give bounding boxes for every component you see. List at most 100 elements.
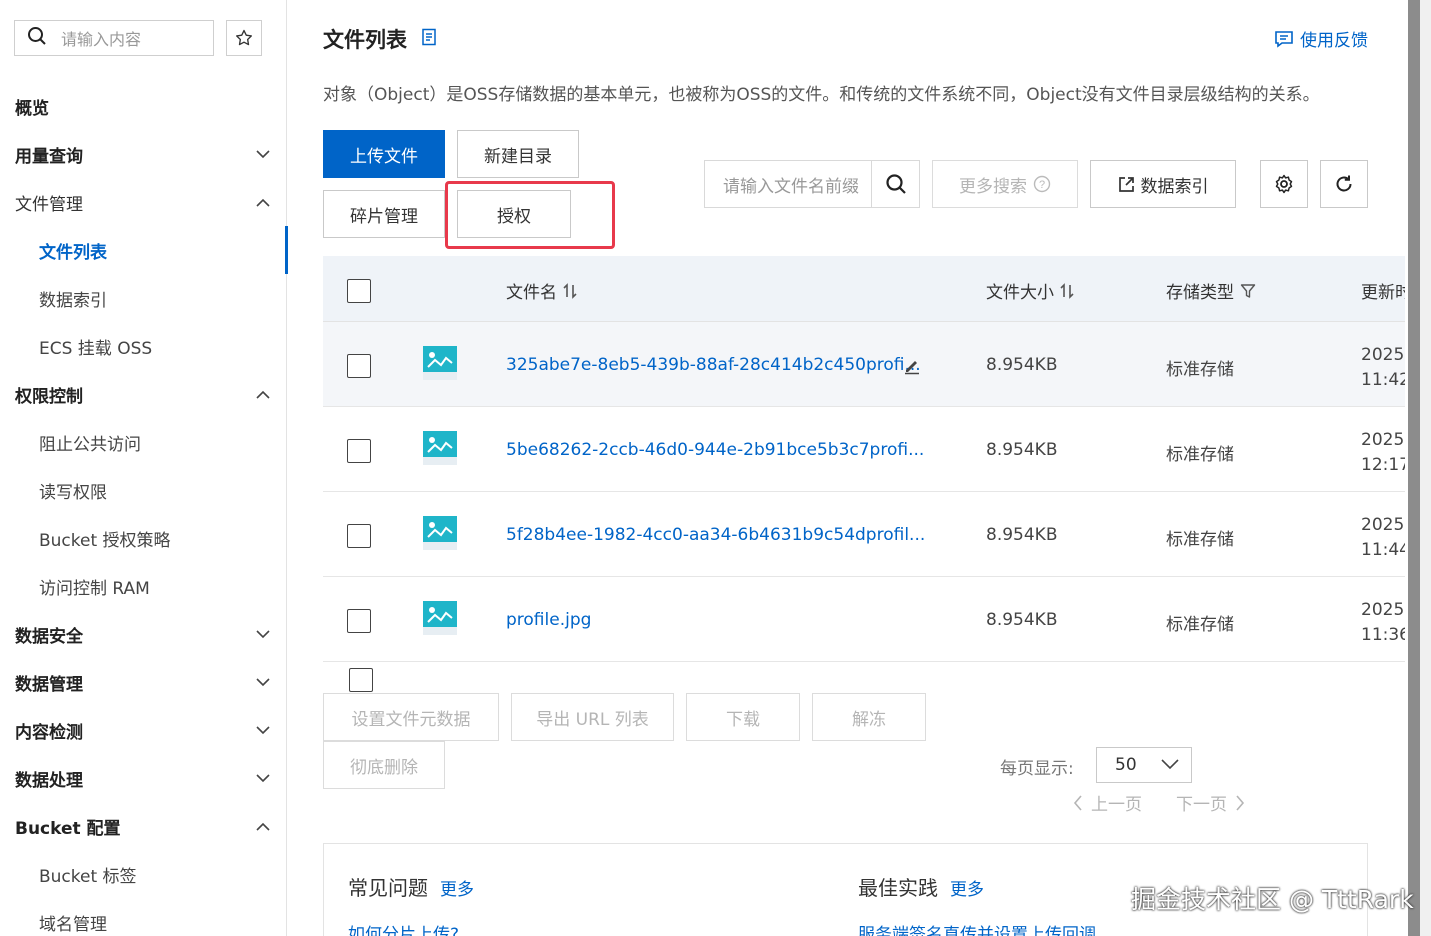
column-updated-label: 更新时	[1361, 283, 1405, 303]
column-name[interactable]: 文件名	[506, 278, 577, 303]
sidebar-item-label: 域名管理	[39, 914, 107, 935]
row-checkbox[interactable]	[347, 609, 371, 633]
updated-time: 11:44	[1361, 540, 1405, 560]
faq-link[interactable]: 如何分片上传?	[348, 920, 459, 936]
download-button[interactable]: 下载	[686, 693, 800, 741]
sidebar-item-file-management[interactable]: 文件管理	[0, 178, 287, 226]
sidebar-item-rw-permission[interactable]: 读写权限	[0, 466, 287, 514]
sidebar-item-access-control[interactable]: 权限控制	[0, 370, 287, 418]
sidebar-item-label: 数据管理	[15, 674, 83, 695]
data-index-button[interactable]: 数据索引	[1090, 160, 1236, 208]
sidebar-item-label: 权限控制	[15, 386, 83, 407]
sidebar-item-label: 阻止公共访问	[39, 434, 141, 455]
sidebar-item-file-list[interactable]: 文件列表	[0, 226, 288, 274]
gear-icon	[1275, 174, 1293, 194]
set-metadata-button[interactable]: 设置文件元数据	[323, 693, 499, 741]
sidebar-item-data-security[interactable]: 数据安全	[0, 610, 287, 658]
sort-icon	[1060, 282, 1074, 299]
search-button[interactable]	[871, 161, 919, 207]
best-practice-section-title: 最佳实践 更多	[858, 872, 984, 901]
chevron-left-icon[interactable]	[1073, 794, 1083, 811]
file-table: 文件名 文件大小 存储类型 更新时 325abe7e-8eb5-439b-88a…	[323, 256, 1405, 662]
sidebar-item-overview[interactable]: 概览	[0, 82, 287, 130]
chevron-up-icon	[255, 818, 271, 834]
file-name-link[interactable]: 5be68262-2ccb-46d0-944e-2b91bce5b3c7prof…	[506, 440, 924, 460]
favorite-star-button[interactable]	[226, 20, 262, 56]
chevron-up-icon	[255, 194, 271, 210]
updated-date: 2025年	[1361, 515, 1405, 535]
per-page-select[interactable]: 50	[1096, 747, 1192, 783]
settings-button[interactable]	[1260, 160, 1308, 208]
sidebar-item-bucket-tags[interactable]: Bucket 标签	[0, 850, 287, 898]
faq-title: 常见问题	[348, 876, 428, 900]
best-practice-link[interactable]: 服务端签名直传并设置上传回调	[858, 920, 1096, 936]
sidebar-item-label: 概览	[15, 98, 49, 119]
new-directory-button[interactable]: 新建目录	[457, 130, 579, 178]
per-page-value: 50	[1115, 755, 1137, 775]
sidebar-item-content-detection[interactable]: 内容检测	[0, 706, 287, 754]
document-icon[interactable]	[421, 27, 437, 51]
table-header: 文件名 文件大小 存储类型 更新时	[323, 256, 1405, 322]
unfreeze-button[interactable]: 解冻	[812, 693, 926, 741]
row-checkbox[interactable]	[347, 439, 371, 463]
chevron-up-icon	[255, 386, 271, 402]
best-practice-more-link[interactable]: 更多	[950, 875, 984, 900]
storage-class: 标准存储	[1166, 615, 1234, 635]
column-storage[interactable]: 存储类型	[1166, 278, 1256, 303]
file-search-input[interactable]: 请输入文件名前缀	[704, 160, 920, 208]
page-title-text: 文件列表	[323, 28, 407, 52]
file-name-link[interactable]: 325abe7e-8eb5-439b-88af-28c414b2c450prof…	[506, 355, 921, 375]
sidebar-item-data-processing[interactable]: 数据处理	[0, 754, 287, 802]
table-row[interactable]: 325abe7e-8eb5-439b-88af-28c414b2c450prof…	[323, 322, 1405, 407]
sidebar-item-domain[interactable]: 域名管理	[0, 898, 287, 936]
next-page-button[interactable]: 下一页	[1176, 790, 1227, 815]
sidebar-item-data-management[interactable]: 数据管理	[0, 658, 287, 706]
column-storage-label: 存储类型	[1166, 283, 1234, 303]
feedback-link[interactable]: 使用反馈	[1274, 26, 1368, 51]
permanent-delete-button[interactable]: 彻底删除	[323, 741, 445, 789]
chevron-down-icon	[255, 722, 271, 738]
export-url-button[interactable]: 导出 URL 列表	[511, 693, 674, 741]
sidebar-item-bucket-policy[interactable]: Bucket 授权策略	[0, 514, 287, 562]
page-scrollbar[interactable]	[1408, 0, 1420, 936]
table-row[interactable]: 5f28b4ee-1982-4cc0-aa34-6b4631b9c54dprof…	[323, 492, 1405, 577]
faq-more-link[interactable]: 更多	[440, 875, 474, 900]
column-updated[interactable]: 更新时	[1361, 278, 1405, 303]
edit-icon[interactable]	[903, 357, 921, 375]
file-size: 8.954KB	[986, 525, 1058, 545]
fragment-management-button[interactable]: 碎片管理	[323, 190, 445, 238]
file-name-link[interactable]: profile.jpg	[506, 610, 591, 630]
sidebar-nav: 概览 用量查询 文件管理 文件列表 数据索引 ECS 挂载 OSS 权限控制 阻…	[0, 82, 288, 936]
table-row[interactable]: profile.jpg 8.954KB 标准存储 2025年 11:36	[323, 577, 1405, 662]
row-checkbox[interactable]	[347, 354, 371, 378]
updated-time: 11:42	[1361, 370, 1405, 390]
sidebar-item-block-public[interactable]: 阻止公共访问	[0, 418, 287, 466]
sidebar-item-usage[interactable]: 用量查询	[0, 130, 287, 178]
row-checkbox[interactable]	[347, 524, 371, 548]
sidebar: 请输入内容 概览 用量查询 文件管理 文件列表 数据索引 ECS 挂载 OSS …	[0, 0, 288, 936]
chevron-right-icon[interactable]	[1235, 794, 1245, 811]
more-search-button[interactable]: 更多搜索 ?	[932, 160, 1078, 208]
sidebar-item-label: Bucket 配置	[15, 818, 121, 839]
sidebar-item-label: 访问控制 RAM	[39, 578, 150, 599]
column-size[interactable]: 文件大小	[986, 278, 1074, 303]
search-icon	[885, 174, 906, 194]
sidebar-item-data-index[interactable]: 数据索引	[0, 274, 287, 322]
bulk-select-checkbox[interactable]	[349, 668, 373, 692]
refresh-button[interactable]	[1320, 160, 1368, 208]
data-index-label: 数据索引	[1140, 176, 1209, 197]
sidebar-item-ram[interactable]: 访问控制 RAM	[0, 562, 287, 610]
column-size-label: 文件大小	[986, 283, 1054, 303]
table-row[interactable]: 5be68262-2ccb-46d0-944e-2b91bce5b3c7prof…	[323, 407, 1405, 492]
sidebar-search-placeholder: 请输入内容	[61, 30, 142, 49]
sidebar-item-ecs-mount[interactable]: ECS 挂载 OSS	[0, 322, 287, 370]
best-practice-title: 最佳实践	[858, 876, 938, 900]
sidebar-search-input[interactable]: 请输入内容	[14, 20, 214, 56]
select-all-checkbox[interactable]	[347, 279, 371, 303]
sidebar-item-bucket-config[interactable]: Bucket 配置	[0, 802, 287, 850]
prev-page-button[interactable]: 上一页	[1091, 790, 1142, 815]
updated-date: 2025年	[1361, 430, 1405, 450]
chevron-down-icon	[255, 674, 271, 690]
file-name-link[interactable]: 5f28b4ee-1982-4cc0-aa34-6b4631b9c54dprof…	[506, 525, 925, 545]
upload-file-button[interactable]: 上传文件	[323, 130, 445, 178]
